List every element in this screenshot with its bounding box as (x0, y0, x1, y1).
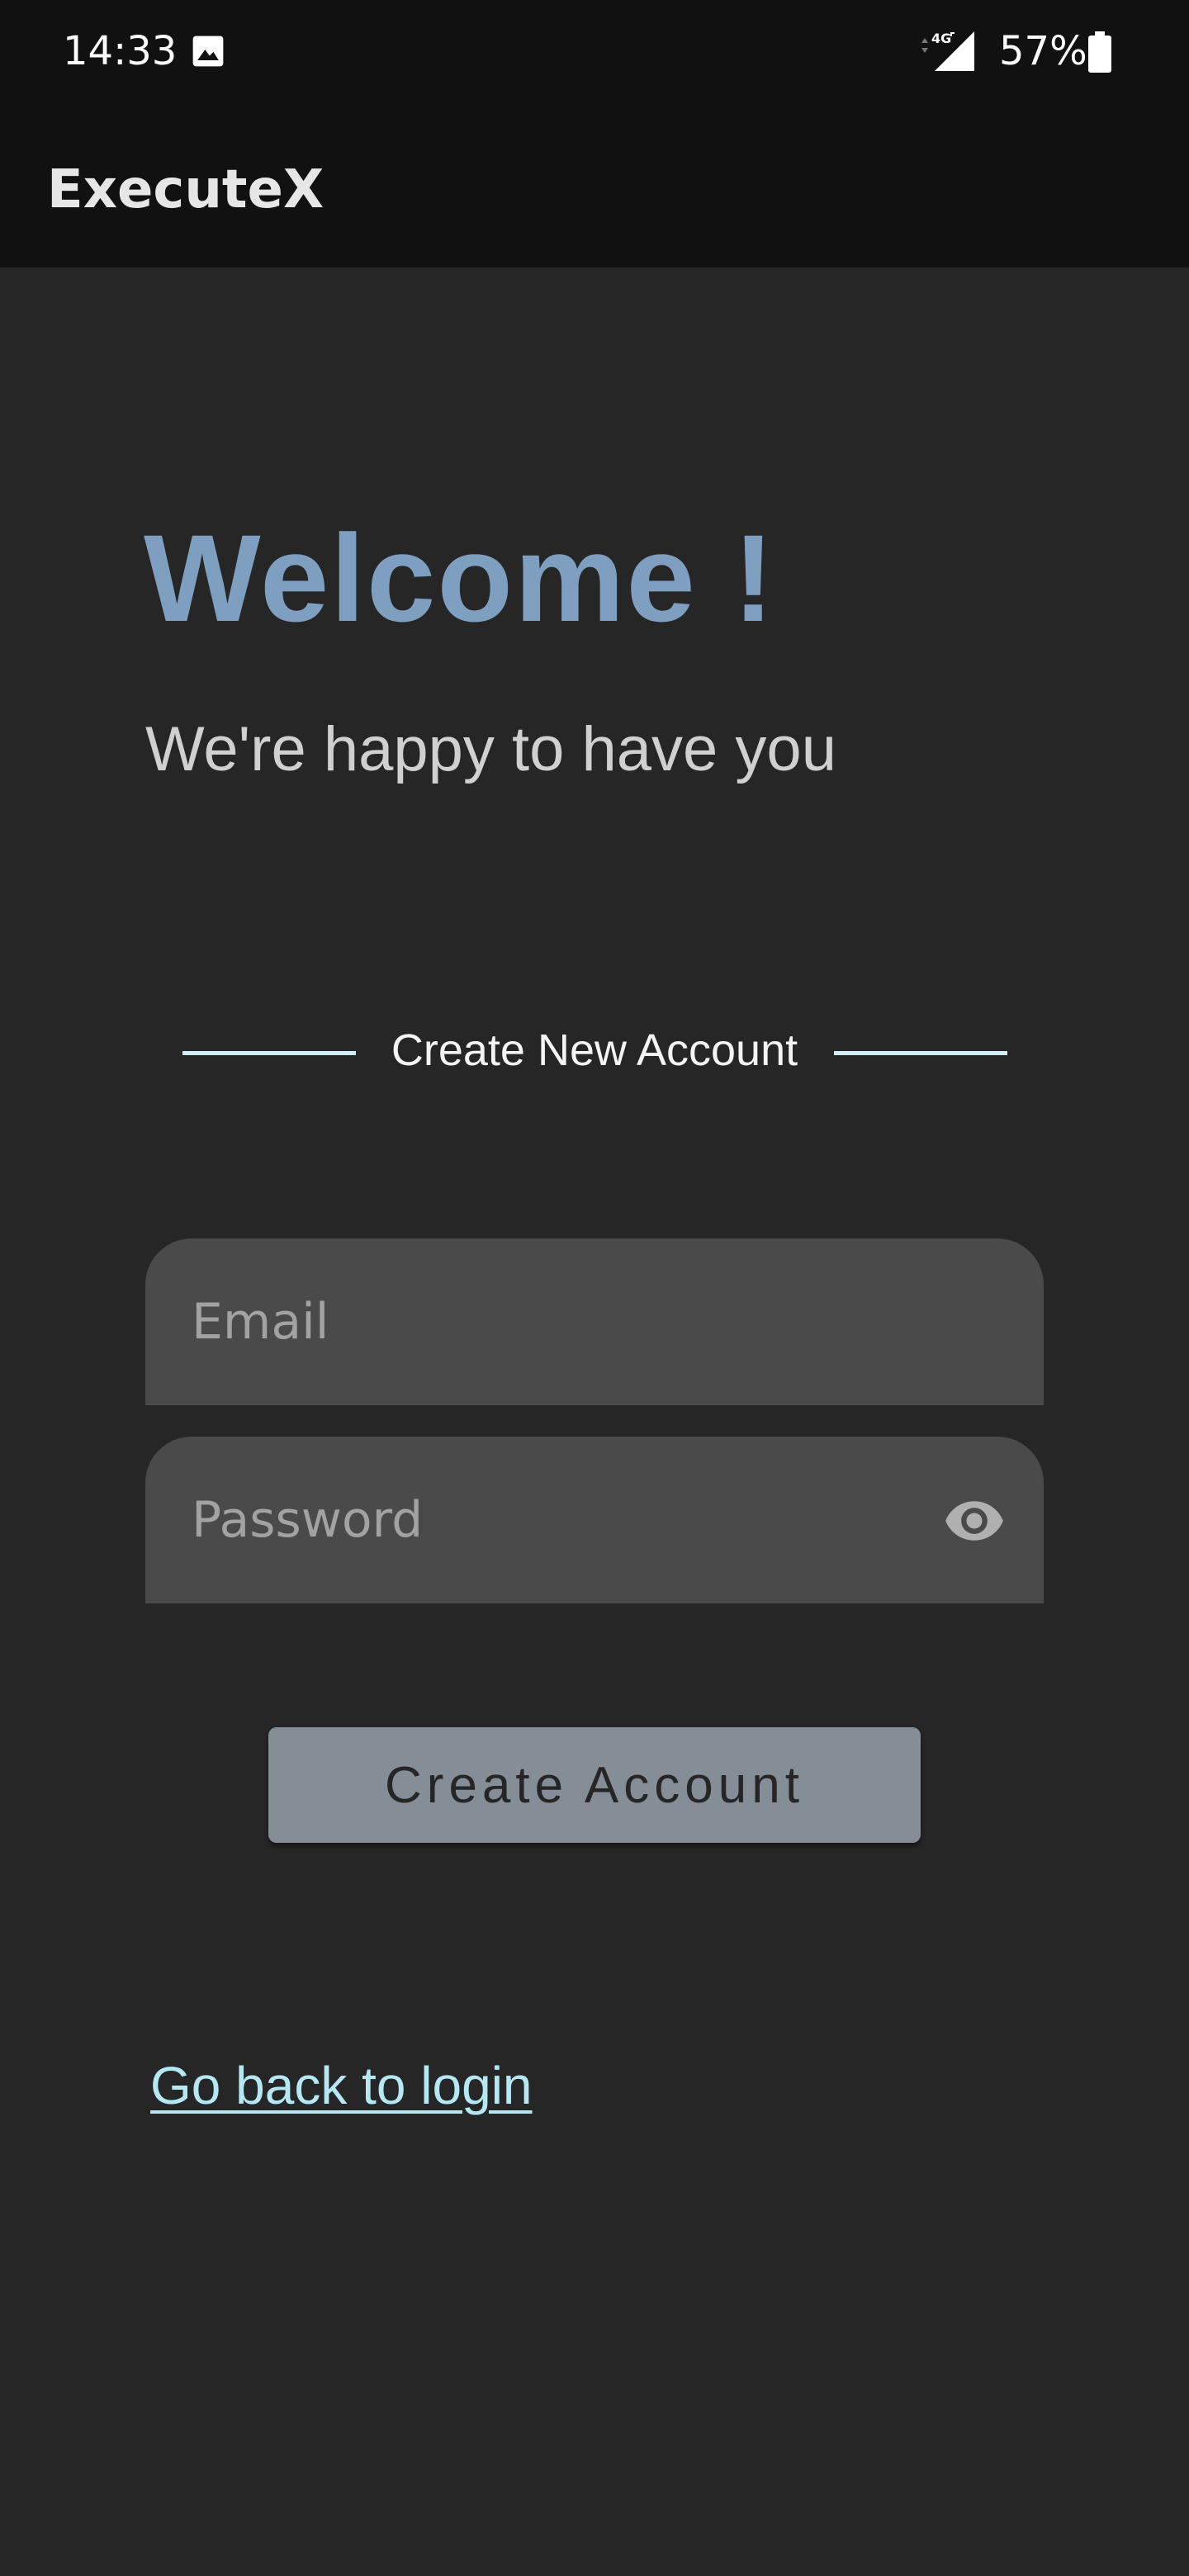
back-to-login-link[interactable]: Go back to login (150, 2051, 533, 2120)
password-field-container[interactable] (145, 1437, 1044, 1603)
divider-line-left (182, 1051, 356, 1055)
eye-icon[interactable] (941, 1489, 1007, 1552)
app-bar: ExecuteX (0, 104, 1189, 268)
password-field[interactable] (192, 1437, 935, 1603)
battery-icon (1088, 31, 1111, 73)
svg-text:4G: 4G (931, 31, 951, 46)
divider-line-right (834, 1051, 1007, 1055)
email-field-container[interactable] (145, 1238, 1044, 1405)
welcome-title: Welcome ! (144, 509, 776, 647)
gallery-icon (192, 36, 224, 67)
status-time: 14:33 (63, 28, 178, 74)
network-4g-signal-icon: 4G (921, 31, 974, 71)
battery-percentage: 57% (999, 28, 1087, 74)
email-field[interactable] (192, 1238, 935, 1405)
status-bar: 14:33 4G 57% (0, 0, 1189, 104)
app-title: ExecuteX (47, 159, 324, 220)
create-account-button[interactable]: Create Account (268, 1727, 921, 1843)
welcome-subtitle: We're happy to have you (145, 714, 836, 784)
section-heading: Create New Account (391, 1025, 798, 1075)
